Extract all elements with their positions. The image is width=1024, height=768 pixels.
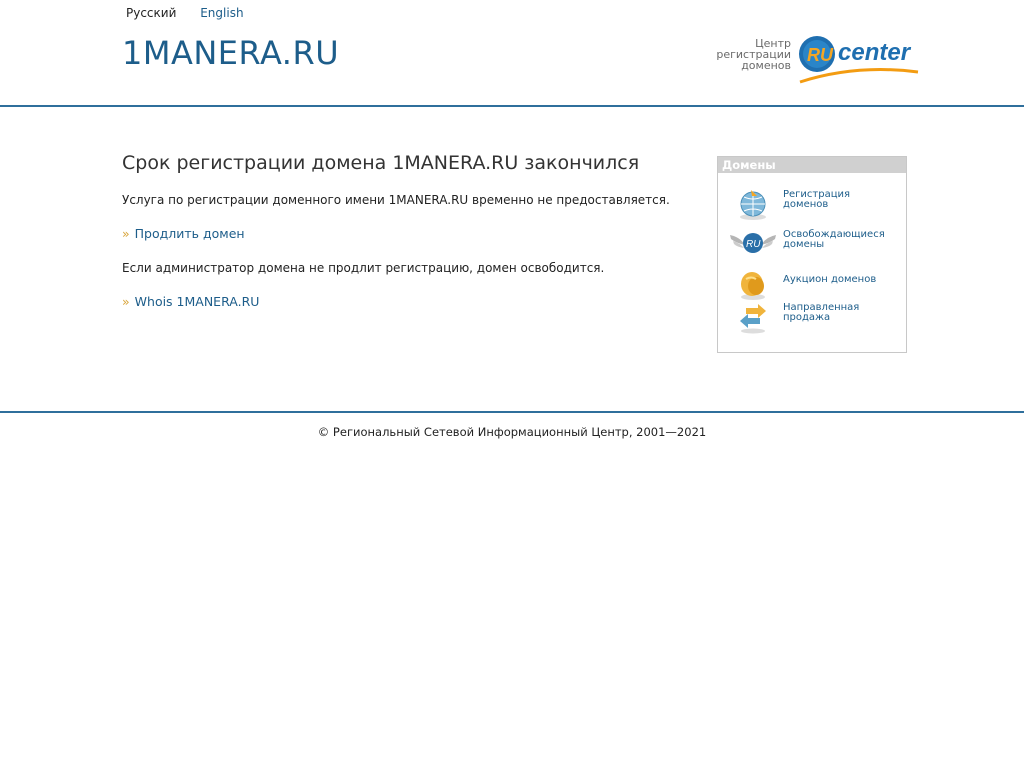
admin-notice: Если администратор домена не продлит рег…	[122, 261, 605, 275]
renew-domain-link[interactable]: Продлить домен	[135, 226, 245, 241]
whois-link[interactable]: Whois 1MANERA.RU	[135, 294, 260, 309]
header-divider	[0, 105, 1024, 107]
logo-word-text: center	[838, 39, 912, 66]
panel-item-freeing-domains[interactable]: RU Освобождающиеся домены	[728, 227, 903, 261]
lang-english-link[interactable]: English	[200, 6, 243, 20]
auction-icon	[741, 272, 765, 300]
label-line2: продажа	[783, 312, 831, 323]
panel-item-directed-sale[interactable]: Направленная продажа	[728, 300, 903, 334]
globe-icon	[740, 190, 766, 220]
main-content: Срок регистрации домена 1MANERA.RU закон…	[122, 152, 682, 328]
lang-russian[interactable]: Русский	[126, 6, 176, 20]
ru-badge-text: RU	[746, 239, 761, 250]
domains-panel: Домены Регистрация доменов RU Освобождаю…	[717, 156, 907, 353]
logo-badge-text: RU	[807, 45, 834, 65]
logo-caption-line3: доменов	[741, 59, 791, 72]
bullet-mark: »	[122, 226, 130, 241]
language-switcher: Русский English	[126, 6, 244, 20]
label-line2: домены	[783, 239, 825, 250]
label-line1: Аукцион доменов	[783, 274, 877, 285]
site-title: 1MANERA.RU	[122, 34, 340, 72]
footer-copyright: © Региональный Сетевой Информационный Це…	[317, 425, 707, 439]
logo-caption: Центр регистрации доменов	[716, 38, 791, 71]
panel-item-auction[interactable]: Аукцион доменов	[728, 267, 903, 301]
arrows-icon	[740, 304, 766, 334]
panel-item-label: Направленная продажа	[783, 303, 859, 323]
ru-center-logo[interactable]: Центр регистрации доменов RU center	[712, 32, 927, 90]
label-line2: доменов	[783, 199, 829, 210]
service-notice: Услуга по регистрации доменного имени 1M…	[122, 193, 670, 207]
panel-item-label: Регистрация доменов	[783, 190, 850, 210]
panel-item-label: Освобождающиеся домены	[783, 230, 885, 250]
panel-item-label: Аукцион доменов	[783, 275, 876, 285]
whois-row: » Whois 1MANERA.RU	[122, 294, 682, 310]
bullet-mark: »	[122, 294, 130, 309]
footer-divider	[0, 411, 1024, 413]
panel-item-registration[interactable]: Регистрация доменов	[728, 187, 903, 221]
ru-center-emblem-icon: RU center	[799, 36, 919, 84]
panel-title: Домены	[718, 157, 906, 173]
renew-row: » Продлить домен	[122, 226, 682, 242]
page-heading: Срок регистрации домена 1MANERA.RU закон…	[122, 152, 640, 174]
winged-ru-icon: RU	[730, 233, 776, 253]
